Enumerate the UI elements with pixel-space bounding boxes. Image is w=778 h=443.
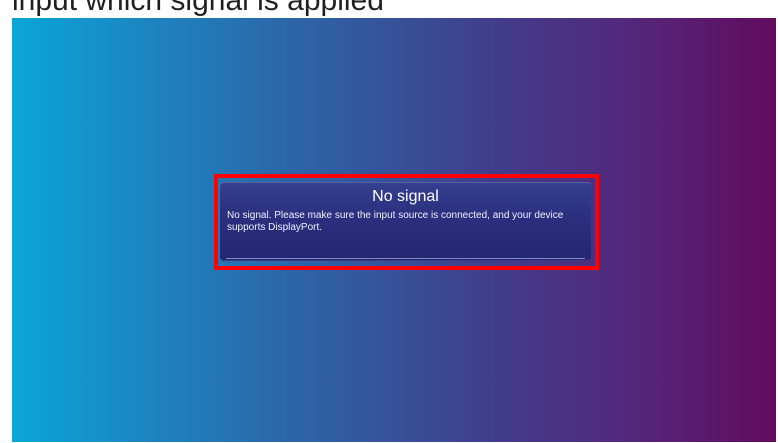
dialog-message: No signal. Please make sure the input so… xyxy=(227,210,564,233)
top-caption: input which signal is applied xyxy=(0,0,778,18)
dialog-title: No signal xyxy=(372,188,439,205)
no-signal-dialog: No signal No signal. Please make sure th… xyxy=(220,182,591,261)
dialog-divider xyxy=(226,258,585,259)
top-caption-text: input which signal is applied xyxy=(12,0,384,17)
